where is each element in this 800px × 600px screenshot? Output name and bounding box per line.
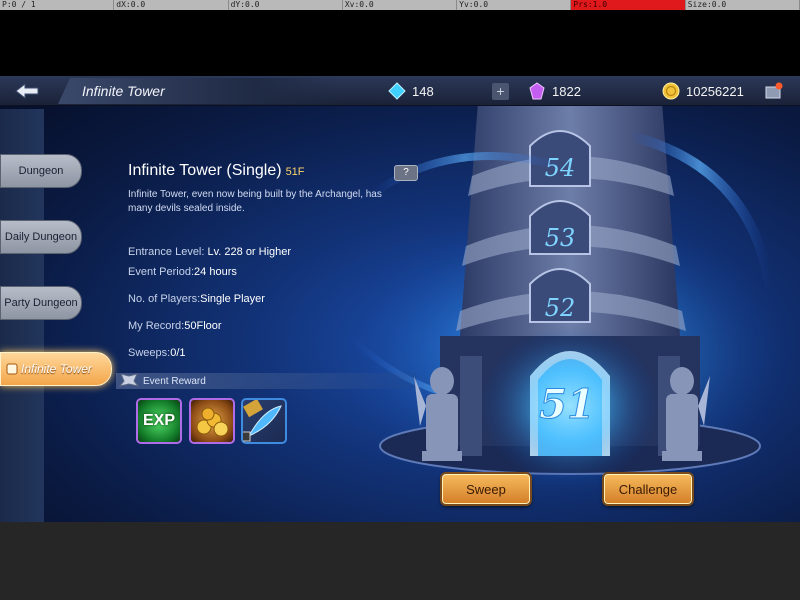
crystal-currency: 1822 (528, 81, 581, 101)
event-period-label: Event Period: (128, 266, 195, 278)
my-record: My Record:50Floor (128, 320, 222, 332)
stage-title-text: Infinite Tower (Single) (128, 162, 282, 179)
help-button[interactable]: ? (394, 165, 418, 181)
crystal-icon (529, 82, 545, 100)
exp-label: EXP (142, 412, 175, 429)
tab-party-dungeon[interactable]: Party Dungeon (0, 286, 82, 320)
debug-dy: dY:0.0 (229, 0, 343, 10)
help-icon: ? (403, 167, 409, 178)
floor-number-53: 53 (545, 224, 576, 252)
sweep-button[interactable]: Sweep (442, 474, 530, 504)
tab-infinite-tower[interactable]: Infinite Tower (0, 352, 112, 386)
challenge-button[interactable]: Challenge (604, 474, 692, 504)
debug-dx: dX:0.0 (114, 0, 229, 10)
reward-exp-item[interactable]: EXP (136, 398, 182, 444)
debug-pressure: Prs:1.0 (571, 0, 686, 10)
tab-infinite-tower-label: Infinite Tower (21, 362, 92, 376)
sweeps-value: 0/1 (170, 347, 186, 359)
first-clear-feather-icon (240, 398, 282, 442)
challenge-button-label: Challenge (618, 481, 678, 497)
floor-number-54: 54 (545, 154, 576, 182)
tab-daily-dungeon[interactable]: Daily Dungeon (0, 220, 82, 254)
gold-count: 10256221 (686, 83, 744, 99)
gold-coins-icon (196, 407, 229, 437)
entrance-level: Entrance Level: Lv. 228 or Higher (128, 246, 291, 258)
reward-first-clear-item[interactable] (240, 398, 287, 444)
floor-number-51: 51 (539, 381, 595, 428)
mailbox-icon[interactable] (765, 82, 783, 100)
stage-floor: 51F (285, 166, 305, 178)
gold-currency: 10256221 (662, 81, 744, 101)
game-screen: 54 53 52 51 Infinite Tower 148 + 1822 10… (0, 76, 800, 522)
stage-description: Infinite Tower, even now being built by … (128, 189, 382, 214)
page-title: Infinite Tower (82, 83, 165, 99)
reward-gold-item[interactable] (189, 398, 235, 444)
players-label: No. of Players: (128, 293, 201, 305)
my-record-value: 50Floor (184, 320, 222, 332)
sweeps: Sweeps:0/1 (128, 347, 186, 359)
players: No. of Players:Single Player (128, 293, 265, 305)
entrance-level-label: Entrance Level: (128, 246, 205, 258)
debug-size: Size:0.0 (686, 0, 800, 10)
tower-illustration: 54 53 52 51 (340, 76, 800, 506)
sweep-button-label: Sweep (466, 481, 506, 497)
wings-emblem-icon (118, 373, 140, 387)
event-period: Event Period:24 hours (128, 266, 237, 278)
my-record-label: My Record: (128, 320, 185, 332)
add-diamonds-button[interactable]: + (492, 83, 509, 100)
crystal-count: 1822 (552, 83, 581, 99)
gold-coin-icon (662, 82, 680, 100)
back-arrow-icon (15, 82, 39, 100)
debug-yv: Yv:0.0 (457, 0, 572, 10)
sweeps-label: Sweeps: (128, 347, 171, 359)
event-reward-title: Event Reward (143, 376, 206, 387)
debug-pointer: P:0 / 1 (0, 0, 115, 10)
scroll-icon (6, 363, 18, 375)
tab-party-dungeon-label: Party Dungeon (4, 297, 78, 309)
debug-xv: Xv:0.0 (343, 0, 458, 10)
players-value: Single Player (200, 293, 265, 305)
bottom-letterbox (0, 522, 800, 600)
stage-title: Infinite Tower (Single) 51F (128, 162, 305, 180)
diamond-icon (388, 82, 406, 100)
entrance-level-value: Lv. 228 or Higher (204, 246, 292, 258)
tab-dungeon[interactable]: Dungeon (0, 154, 82, 188)
diamond-currency: 148 (388, 81, 434, 101)
event-period-value: 24 hours (194, 266, 237, 278)
debug-status-bar: P:0 / 1 dX:0.0 dY:0.0 Xv:0.0 Yv:0.0 Prs:… (0, 0, 800, 10)
tab-dungeon-label: Dungeon (18, 165, 64, 177)
back-button[interactable] (6, 79, 50, 103)
diamond-count: 148 (412, 83, 434, 99)
top-bar: Infinite Tower 148 + 1822 10256221 (0, 76, 800, 106)
floor-number-52: 52 (545, 294, 576, 322)
tab-daily-dungeon-label: Daily Dungeon (4, 231, 78, 243)
